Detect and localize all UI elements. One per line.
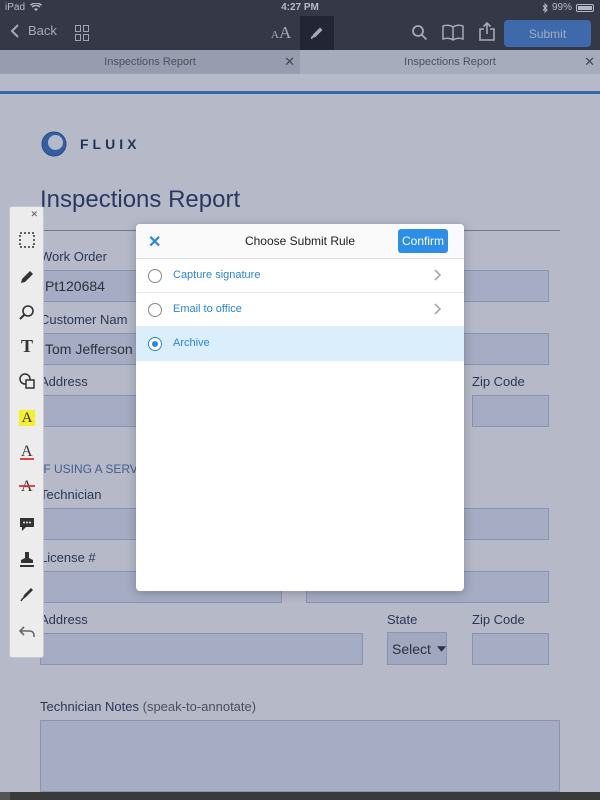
- radio-button[interactable]: [148, 303, 162, 317]
- undo-icon[interactable]: [16, 620, 38, 642]
- confirm-button[interactable]: Confirm: [398, 229, 448, 253]
- option-archive[interactable]: Archive: [136, 327, 464, 361]
- option-label: Capture signature: [173, 269, 261, 281]
- option-capture-signature[interactable]: Capture signature: [136, 259, 464, 293]
- bottom-scroll-strip: [0, 792, 600, 800]
- strikethrough-icon[interactable]: A: [16, 475, 38, 497]
- text-tool-icon[interactable]: T: [16, 335, 38, 357]
- highlight-icon[interactable]: A: [19, 410, 35, 426]
- stamp-icon[interactable]: [16, 548, 38, 570]
- radio-button-selected[interactable]: [148, 337, 162, 351]
- annotation-toolbar: ✕ T A A A: [9, 206, 44, 658]
- option-label: Email to office: [173, 303, 242, 315]
- signature-pen-icon[interactable]: [16, 583, 38, 605]
- svg-text:A: A: [21, 443, 33, 460]
- submit-rule-dialog: ✕ Choose Submit Rule Confirm Capture sig…: [136, 224, 464, 591]
- close-toolbar-icon[interactable]: ✕: [30, 209, 38, 220]
- magnifier-icon[interactable]: [16, 301, 38, 323]
- pencil-icon[interactable]: [16, 266, 38, 288]
- comment-icon[interactable]: [16, 513, 38, 535]
- chevron-right-icon: [434, 269, 442, 281]
- radio-button[interactable]: [148, 269, 162, 283]
- option-email-to-office[interactable]: Email to office: [136, 293, 464, 327]
- select-rect-icon[interactable]: [16, 229, 38, 251]
- scroll-thumb[interactable]: [0, 792, 10, 800]
- chevron-right-icon: [434, 303, 442, 315]
- dialog-header: ✕ Choose Submit Rule Confirm: [136, 224, 464, 259]
- shapes-icon[interactable]: [16, 370, 38, 392]
- option-label: Archive: [173, 337, 210, 349]
- underline-icon[interactable]: A: [16, 441, 38, 463]
